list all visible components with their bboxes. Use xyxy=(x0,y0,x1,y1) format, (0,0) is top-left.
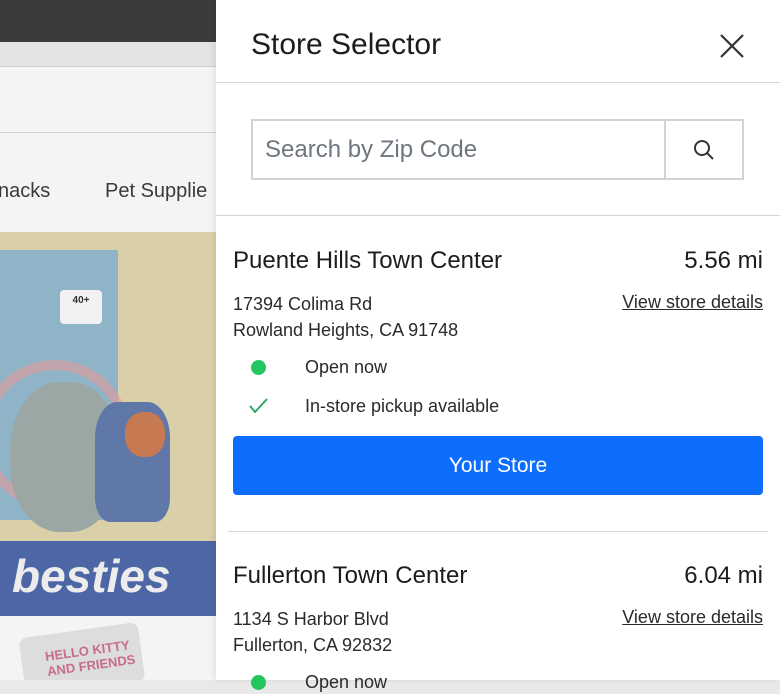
store-address-line2: Fullerton, CA 92832 xyxy=(233,635,393,655)
divider xyxy=(0,66,216,67)
nav-item-pet-supplies[interactable]: Pet Supplie xyxy=(105,180,207,203)
close-button[interactable] xyxy=(716,30,748,62)
store-address-line2: Rowland Heights, CA 91748 xyxy=(233,320,459,340)
store-address-line1: 1134 S Harbor Blvd xyxy=(233,609,389,629)
store-name: Puente Hills Town Center xyxy=(233,247,503,274)
divider xyxy=(0,132,216,133)
store-name: Fullerton Town Center xyxy=(233,562,468,589)
product-card: HELLO KITTY AND FRIENDS xyxy=(18,621,146,680)
open-status: Open now xyxy=(233,670,387,694)
drawer-header: Store Selector xyxy=(216,0,780,83)
close-icon xyxy=(720,34,744,58)
store-address-line1: 17394 Colima Rd xyxy=(233,294,373,314)
nav-item-snacks[interactable]: nacks xyxy=(0,180,50,203)
box-label: 40+ xyxy=(60,290,102,324)
search-icon xyxy=(694,139,714,160)
drawer-title: Store Selector xyxy=(251,28,442,61)
zip-search xyxy=(251,119,744,180)
open-status-text: Open now xyxy=(305,671,388,692)
store-selector-drawer: Store Selector Puente Hills Town Center … xyxy=(216,0,780,692)
open-status-text: Open now xyxy=(305,356,388,377)
store-distance: 5.56 mi xyxy=(684,247,763,274)
store-card: Fullerton Town Center 6.04 mi 1134 S Har… xyxy=(233,562,763,692)
store-card: Puente Hills Town Center 5.56 mi 17394 C… xyxy=(233,247,763,517)
your-store-button[interactable]: Your Store xyxy=(233,436,763,495)
view-store-details-link[interactable]: View store details xyxy=(622,292,763,313)
view-store-details-link[interactable]: View store details xyxy=(622,607,763,628)
pickup-status: In-store pickup available xyxy=(233,394,499,418)
hero-banner: besties xyxy=(0,541,216,616)
background-page: nacks Pet Supplie 40+ besties HELLO KITT… xyxy=(0,0,216,680)
divider xyxy=(228,531,768,532)
hero-banner-text: besties xyxy=(12,550,171,602)
product-card-text: HELLO KITTY AND FRIENDS xyxy=(44,637,137,679)
open-status: Open now xyxy=(233,355,387,379)
hero-image: 40+ xyxy=(0,232,216,542)
status-dot-icon xyxy=(233,674,305,690)
pickup-status-text: In-store pickup available xyxy=(305,395,500,416)
store-distance: 6.04 mi xyxy=(684,562,763,589)
check-icon xyxy=(233,394,305,418)
background-top-bar xyxy=(0,0,216,42)
divider xyxy=(216,215,780,216)
status-dot-icon xyxy=(233,359,305,375)
background-header-band xyxy=(0,42,216,66)
zip-search-input[interactable] xyxy=(253,121,664,178)
dog-figure-head xyxy=(125,412,165,457)
search-button[interactable] xyxy=(664,121,742,178)
